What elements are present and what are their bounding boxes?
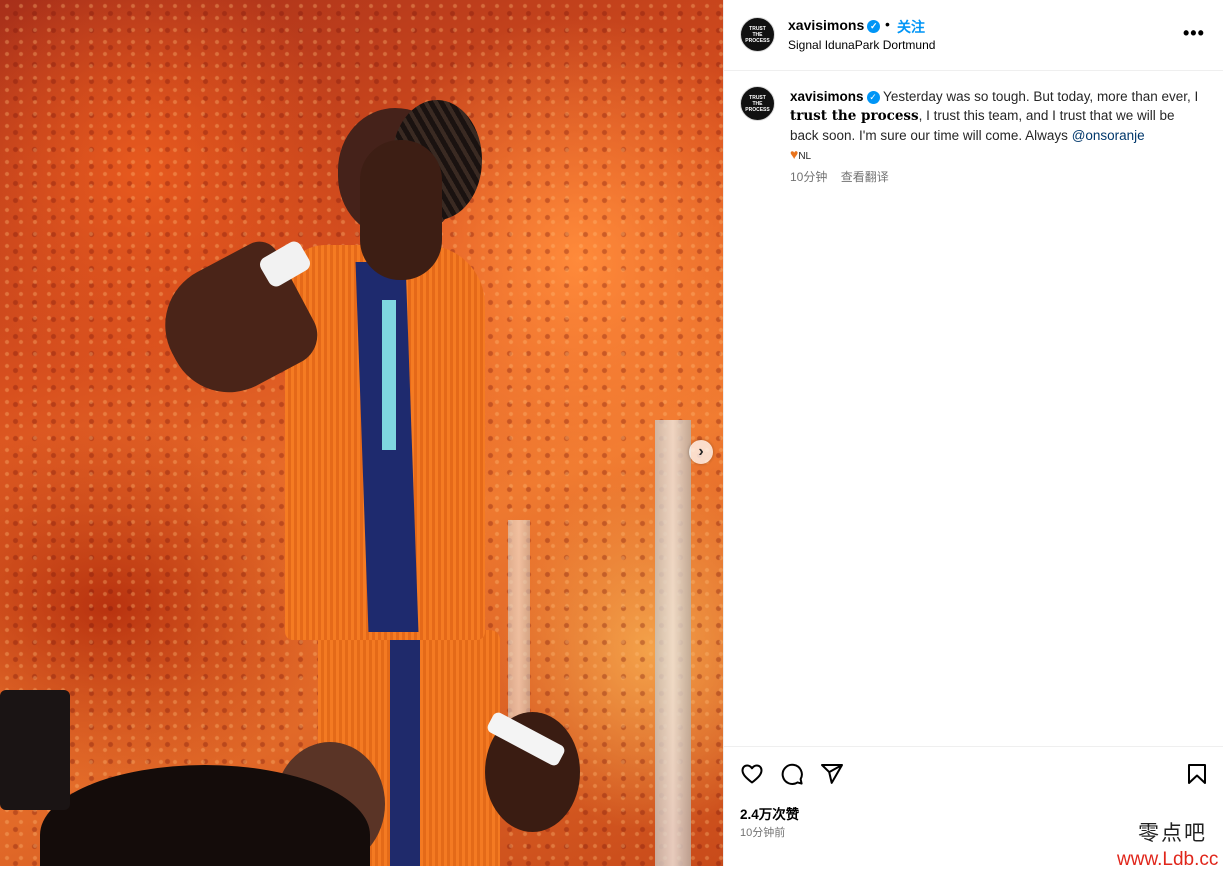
location-link[interactable]: Signal IdunaPark Dortmund: [788, 38, 935, 52]
caption-username[interactable]: xavisimons: [790, 89, 864, 104]
separator: •: [885, 16, 890, 32]
post-timestamp[interactable]: 10分钟前: [740, 824, 785, 840]
action-bar: 2.4万次赞 10分钟前 零点吧 www.Ldb.cc: [724, 746, 1223, 870]
username-link[interactable]: xavisimons ✓: [788, 17, 881, 33]
jersey-stripe-accent: [382, 300, 396, 450]
caption-meta: 10分钟 查看翻译: [790, 168, 889, 185]
caption-avatar[interactable]: TRUST THE PROCESS: [740, 86, 775, 121]
translate-button[interactable]: 查看翻译: [841, 170, 889, 184]
follow-button[interactable]: 关注: [897, 17, 925, 37]
camera: [0, 690, 70, 810]
share-icon: [821, 764, 843, 784]
mention-link[interactable]: @onsoranje: [1072, 128, 1145, 143]
goal-post: [508, 520, 530, 720]
watermark-url: www.Ldb.cc: [1117, 849, 1219, 870]
shorts-stripe: [390, 630, 420, 866]
comment-button[interactable]: [779, 761, 805, 787]
caption-bold-text: trust the process: [790, 108, 919, 124]
bookmark-icon: [1188, 764, 1206, 784]
chevron-right-icon: ›: [698, 443, 704, 460]
save-button[interactable]: [1184, 761, 1210, 787]
caption-text: Yesterday was so tough. But today, more …: [879, 89, 1199, 104]
verified-icon: ✓: [866, 91, 880, 104]
post-sidebar: TRUST THE PROCESS xavisimons ✓ • 关注 Signa…: [723, 0, 1223, 870]
verified-icon: ✓: [867, 20, 881, 33]
like-button[interactable]: [739, 761, 765, 787]
flag-emoji: NL: [798, 151, 812, 162]
post-header: TRUST THE PROCESS xavisimons ✓ • 关注 Signa…: [724, 0, 1223, 71]
post-caption: xavisimons ✓ Yesterday was so tough. But …: [790, 87, 1200, 166]
player-arm: [360, 140, 442, 280]
avatar[interactable]: TRUST THE PROCESS: [740, 17, 775, 52]
likes-count[interactable]: 2.4万次赞: [740, 803, 799, 823]
carousel-next-button[interactable]: ›: [689, 440, 713, 464]
comment-icon: [781, 763, 803, 785]
more-icon[interactable]: •••: [1183, 23, 1205, 44]
share-button[interactable]: [819, 761, 845, 787]
watermark: 零点吧 www.Ldb.cc: [1117, 817, 1219, 871]
heart-icon: [741, 764, 763, 784]
goal-post: [655, 420, 691, 866]
caption-time[interactable]: 10分钟: [790, 170, 827, 184]
post-photo[interactable]: ›: [0, 0, 723, 866]
watermark-text: 零点吧: [1138, 821, 1207, 845]
